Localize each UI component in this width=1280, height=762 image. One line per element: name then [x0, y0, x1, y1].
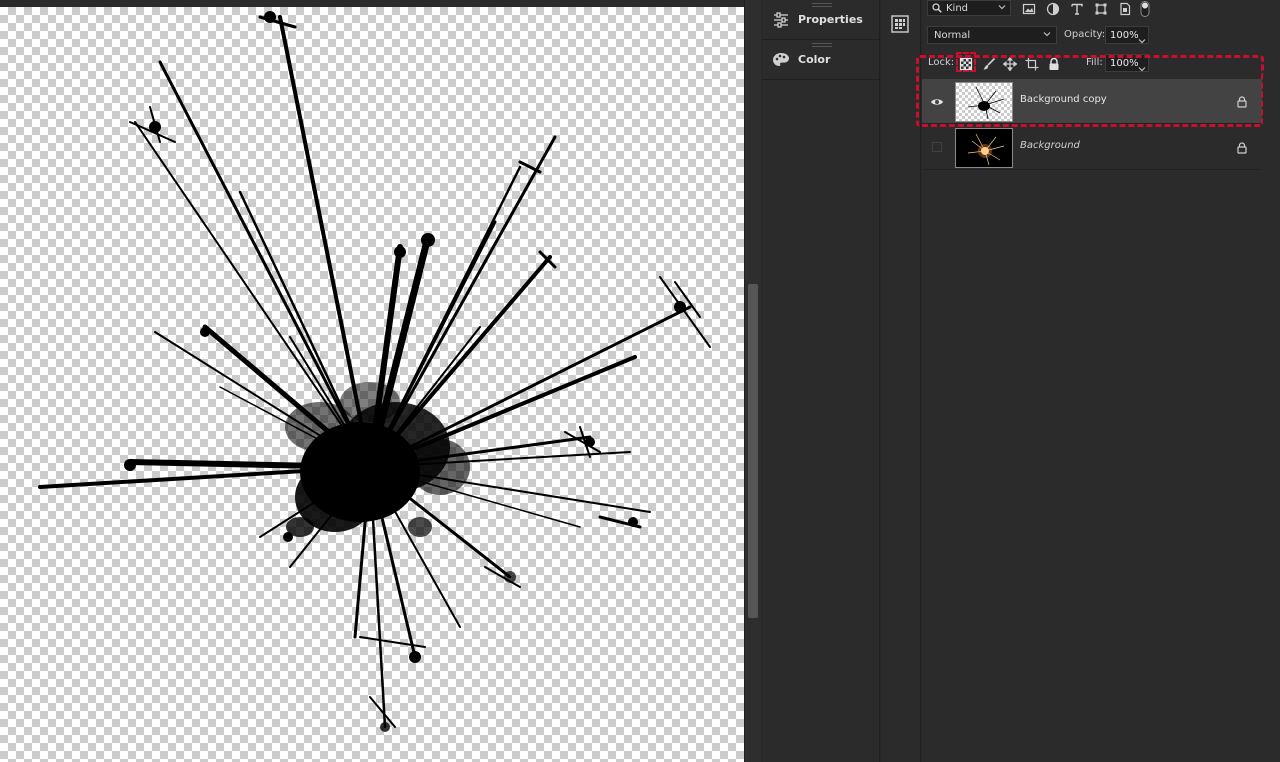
lock-row: Lock: Fill: 100% [922, 52, 1280, 72]
color-palette-icon [772, 51, 790, 69]
layer-thumbnail[interactable] [955, 128, 1013, 168]
lock-label: Lock: [928, 57, 955, 68]
layer-thumbnail[interactable] [955, 82, 1013, 122]
filter-kind-label: Kind [946, 2, 969, 14]
filter-toggle-icon[interactable] [1140, 1, 1154, 17]
panel-dock: Properties Color [762, 0, 880, 762]
fill-chevron-icon[interactable] [1137, 58, 1147, 77]
type-filter-icon[interactable] [1070, 1, 1084, 15]
color-label: Color [798, 53, 831, 66]
opacity-label: Opacity: [1064, 29, 1106, 40]
lock-position-icon[interactable] [1002, 56, 1018, 72]
search-icon [932, 3, 942, 13]
visibility-toggle-empty[interactable] [932, 142, 942, 152]
eye-icon[interactable] [930, 94, 944, 108]
smart-object-filter-icon[interactable] [1118, 1, 1132, 16]
filter-kind-select[interactable]: Kind [927, 0, 1011, 16]
layers-scrollbar[interactable] [1263, 74, 1280, 762]
shape-filter-icon[interactable] [1094, 1, 1108, 15]
adjustment-filter-icon[interactable] [1046, 1, 1060, 16]
libraries-grid-icon[interactable] [891, 15, 909, 33]
properties-panel-button[interactable]: Properties [762, 0, 879, 40]
document-canvas[interactable] [0, 7, 744, 762]
layer-filter-row: Kind [922, 0, 1280, 17]
layer-row-background-copy[interactable]: Background copy [922, 79, 1262, 124]
properties-label: Properties [798, 13, 863, 26]
dock-grip[interactable] [812, 3, 832, 7]
chevron-down-icon [998, 3, 1006, 14]
blend-mode-value: Normal [934, 29, 971, 41]
lock-image-pixels-icon[interactable] [982, 56, 996, 70]
layer-name[interactable]: Background copy [1020, 94, 1107, 105]
document-tab-bar [0, 0, 744, 7]
pixel-filter-icon[interactable] [1022, 1, 1036, 15]
canvas-vertical-scrollbar[interactable] [744, 0, 761, 762]
blend-mode-select[interactable]: Normal [927, 26, 1057, 44]
lock-transparent-pixels-icon[interactable] [959, 56, 973, 71]
lock-all-icon[interactable] [1047, 56, 1061, 70]
opacity-chevron-icon[interactable] [1137, 30, 1147, 49]
layer-row-background[interactable]: Background [922, 125, 1262, 170]
layers-panel: Kind Normal Opacity: 100% Lock: Fill: 10… [916, 0, 1280, 762]
properties-sliders-icon [772, 11, 790, 29]
canvas-scroll-thumb[interactable] [748, 284, 758, 618]
blend-row: Normal Opacity: 100% [922, 26, 1280, 44]
color-panel-button[interactable]: Color [762, 40, 879, 80]
layer-lock-icon [1235, 140, 1249, 154]
layer-name[interactable]: Background [1020, 140, 1080, 151]
dock-grip[interactable] [812, 43, 832, 47]
canvas-area[interactable] [0, 0, 744, 762]
splatter-artwork [38, 11, 711, 732]
lock-artboard-icon[interactable] [1025, 56, 1039, 71]
chevron-down-icon [1043, 30, 1051, 41]
icon-strip [881, 0, 921, 762]
fill-label: Fill: [1086, 57, 1103, 68]
layer-lock-icon [1235, 94, 1249, 108]
